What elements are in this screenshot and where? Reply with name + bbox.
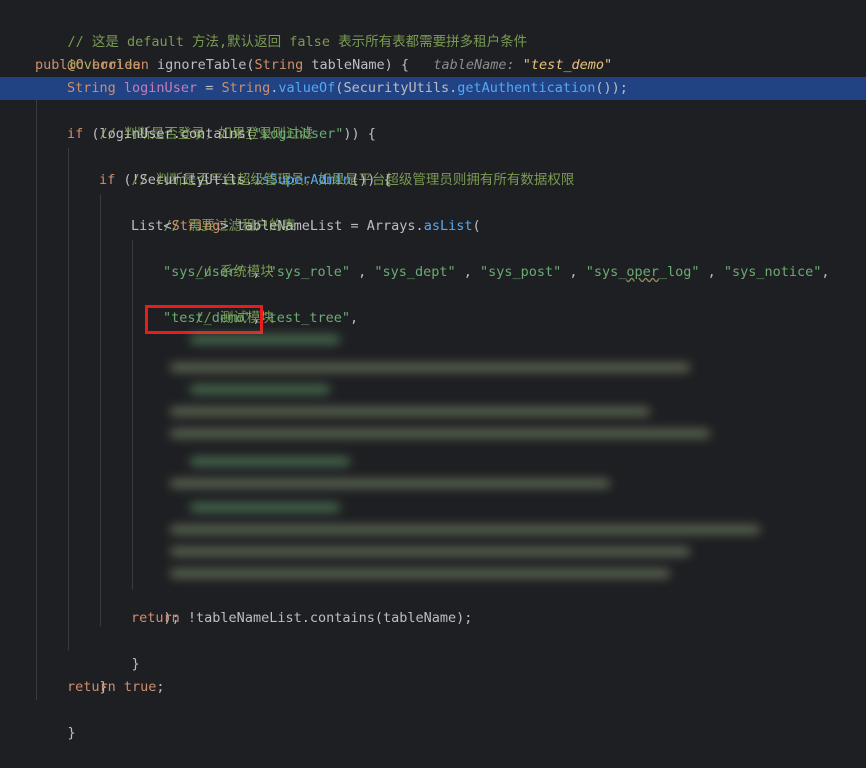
highlight-box <box>145 305 263 334</box>
paren: ) <box>384 57 393 73</box>
string-literal: "sys_post" <box>480 264 562 280</box>
keyword-if: if <box>67 126 84 142</box>
code-line-7: // 判断是否平台超级管理员，如果是平台超级管理员则拥有所有数据权限 <box>0 146 866 188</box>
param-type: String <box>254 57 304 73</box>
code-line-11: // 系统模块 <box>0 238 866 280</box>
var-tablenamelist: tableNameList <box>228 218 343 234</box>
code-text: .contains( <box>172 126 254 142</box>
code-line-10: List<String> tableNameList = Arrays.asLi… <box>0 215 866 238</box>
keyword-true: true <box>115 679 157 695</box>
type-list: List <box>131 218 164 234</box>
code-line-3: public boolean ignoreTable(String tableN… <box>0 54 866 77</box>
code-line-15: ); <box>0 584 866 626</box>
paren: ( <box>246 57 255 73</box>
type-string: String <box>67 80 116 96</box>
code-text: ( <box>83 126 100 142</box>
type-string: String <box>171 218 221 234</box>
code-line-5: // 判断是否登录，如果登录则过滤 <box>0 100 866 142</box>
code-line-8: if (!SecurityUtils.isSuperAdmin()) { <box>0 169 866 192</box>
keyword-return: return <box>67 679 116 695</box>
string-literal: "sys_ <box>585 264 627 280</box>
code-text: ! <box>179 610 197 626</box>
operator: = <box>197 80 222 96</box>
code-text: )) { <box>343 126 376 142</box>
string-literal-typo: oper <box>626 264 659 280</box>
separator: , <box>349 264 375 280</box>
separator: , <box>699 264 724 280</box>
code-line-19: return true; <box>0 676 866 699</box>
method-aslist: asList <box>423 218 473 234</box>
class-arrays: Arrays <box>366 218 416 234</box>
inlay-hint-name: tableName: <box>433 57 523 73</box>
code-text: (!SecurityUtils. <box>115 172 254 188</box>
code-text: ()) { <box>350 172 392 188</box>
statement-end: ()); <box>595 80 628 96</box>
string-literal: _log" <box>658 264 700 280</box>
comma: , <box>349 310 359 326</box>
param-name: tableName <box>303 57 385 73</box>
code-line-14: "test_demo","test_tree", <box>0 307 866 330</box>
class-securityutils: SecurityUtils <box>343 80 450 96</box>
var-loginuser: loginUser <box>123 80 198 96</box>
operator: = <box>342 218 367 234</box>
code-text: .contains(tableName); <box>301 610 473 626</box>
code-line-20: } <box>0 699 866 741</box>
comma: , <box>821 264 830 280</box>
code-line-17: } <box>0 630 866 672</box>
string-literal: "test_tree" <box>260 310 350 326</box>
method-name: ignoreTable <box>156 57 247 73</box>
class-string: String <box>221 80 271 96</box>
keyword-return: return <box>131 610 180 626</box>
generic-bracket: > <box>220 218 229 234</box>
separator: , <box>455 264 481 280</box>
method-valueof: valueOf <box>278 80 336 96</box>
code-line-1: // 这是 default 方法,默认返回 false 表示所有表都需要拼多租户… <box>0 8 866 50</box>
closing-brace: } <box>67 725 76 741</box>
keyword-public: public <box>35 57 84 73</box>
string-literal: "sys_dept" <box>374 264 456 280</box>
code-line-18: } <box>0 653 866 695</box>
inlay-hint-value: "test_demo" <box>522 57 613 73</box>
blurred-code-region <box>150 335 780 585</box>
code-line-13: // 测试模块 <box>0 284 866 326</box>
separator: , <box>561 264 586 280</box>
code-line-9: // 需要过滤租户的表 <box>0 192 866 234</box>
code-editor[interactable]: // 这是 default 方法,默认返回 false 表示所有表都需要拼多租户… <box>0 0 866 741</box>
code-line-6: if (loginUser.contains("LoginUser")) { <box>0 123 866 146</box>
string-literal: "LoginUser" <box>253 126 344 142</box>
keyword-boolean: boolean <box>91 57 149 73</box>
brace: { <box>392 57 409 73</box>
dot: . <box>415 218 424 234</box>
method-issuperadmin: isSuperAdmin <box>253 172 351 188</box>
paren: ( <box>472 218 481 234</box>
code-line-2: @Override <box>0 31 866 73</box>
string-literal: "sys_notice" <box>723 264 822 280</box>
string-literal: "sys_role" <box>268 264 350 280</box>
generic-bracket: < <box>163 218 172 234</box>
var-loginuser: loginUser <box>99 126 173 142</box>
semicolon: ; <box>156 679 165 695</box>
code-line-12: "sys_user" , "sys_role" , "sys_dept" , "… <box>0 261 866 284</box>
code-line-4-current: String loginUser = String.valueOf(Securi… <box>0 77 866 100</box>
code-line-16: return !tableNameList.contains(tableName… <box>0 607 866 630</box>
var-tablenamelist: tableNameList <box>196 610 302 626</box>
separator: , <box>244 264 269 280</box>
method-getauthentication: getAuthentication <box>457 80 596 96</box>
keyword-if: if <box>99 172 116 188</box>
string-literal: "sys_user" <box>163 264 245 280</box>
